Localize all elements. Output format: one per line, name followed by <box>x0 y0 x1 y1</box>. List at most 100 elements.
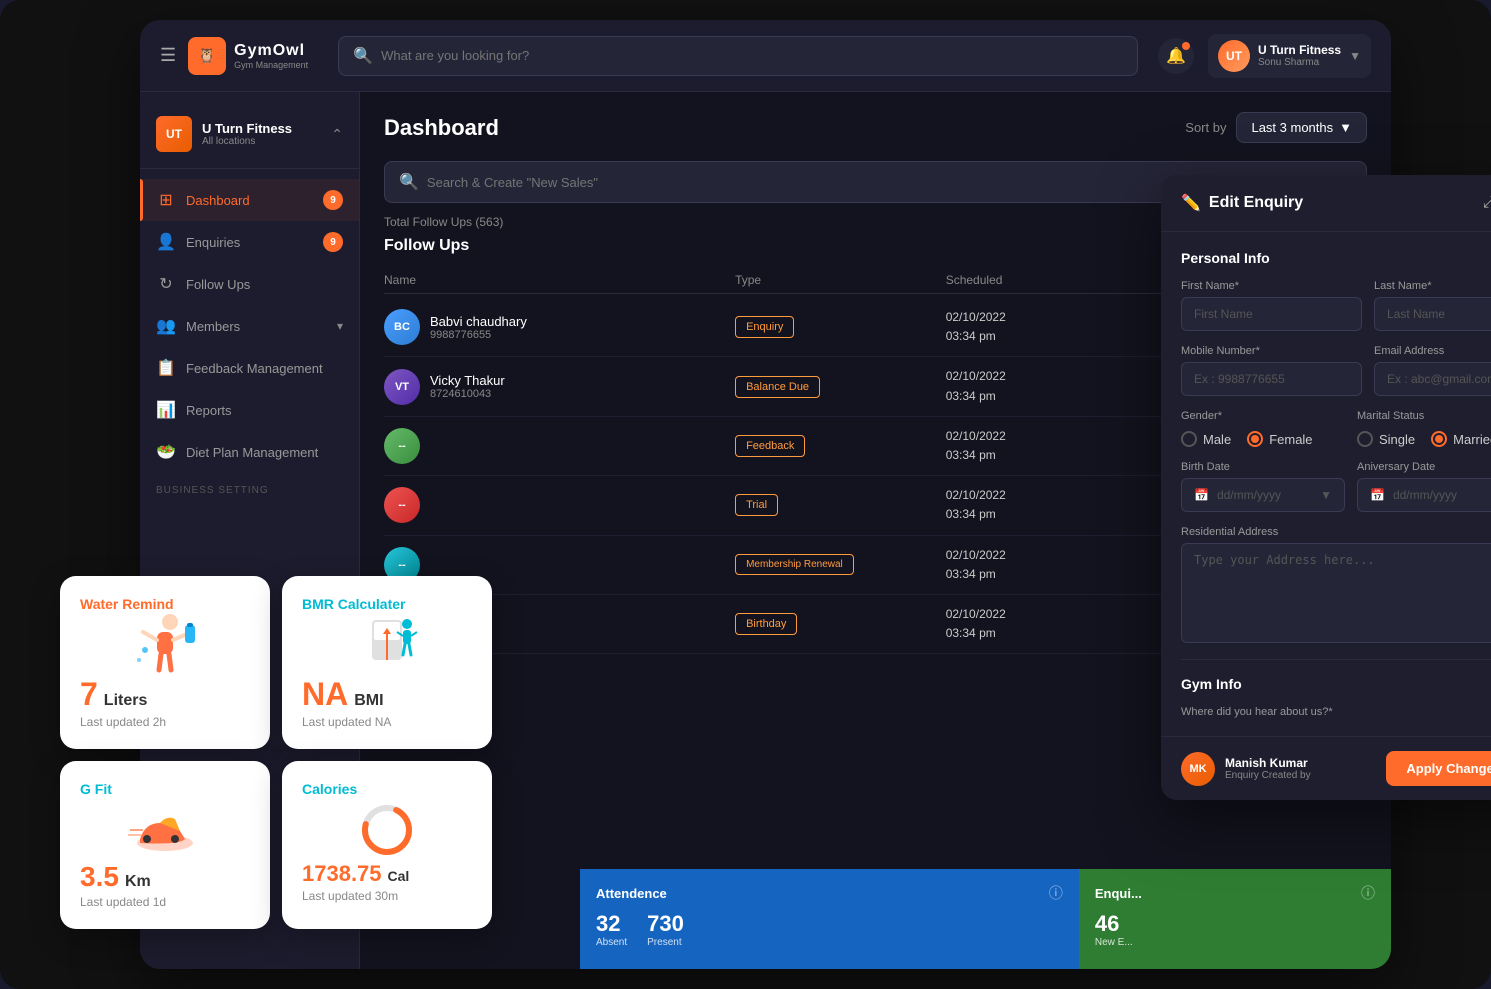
gym-avatar: UT <box>156 116 192 152</box>
global-search[interactable]: 🔍 <box>338 36 1138 76</box>
anniversary-date-input[interactable]: 📅 dd/mm/yyyy ▼ <box>1357 478 1491 512</box>
bmr-illustration <box>302 612 472 672</box>
notification-dot <box>1182 42 1190 50</box>
reports-icon: 📊 <box>156 400 176 420</box>
scheduled-cell: 02/10/202203:34 pm <box>946 367 1192 405</box>
scheduled-cell: 02/10/202203:34 pm <box>946 308 1192 346</box>
water-value-row: 7 Liters <box>80 676 250 713</box>
marital-single-radio[interactable] <box>1357 431 1373 447</box>
sort-button[interactable]: Last 3 months ▼ <box>1236 112 1367 143</box>
scheduled-cell: 02/10/202203:34 pm <box>946 546 1192 584</box>
type-badge: Birthday <box>735 613 797 635</box>
sidebar-item-dietplan[interactable]: 🥗 Diet Plan Management <box>140 431 359 473</box>
widget-gfit[interactable]: G Fit 3.5 Km Last updated 1d <box>60 761 270 929</box>
stat-num-item: 730 Present <box>647 911 684 948</box>
logo-text: GymOwl Gym Management <box>234 42 308 70</box>
gym-chevron-icon: ⌃ <box>331 126 343 143</box>
widget-cards-container: Water Remind <box>60 576 492 929</box>
gender-female-label: Female <box>1269 432 1312 447</box>
logo-sub-text: Gym Management <box>234 60 308 70</box>
edit-panel-header: ✏️ Edit Enquiry ⤢ ✕ <box>1161 175 1491 232</box>
sidebar-label-reports: Reports <box>186 403 232 418</box>
address-textarea[interactable] <box>1181 543 1491 643</box>
bmr-unit: BMI <box>354 692 383 710</box>
member-cell: -- <box>384 487 735 523</box>
stat-card-header: Attendence ⓘ <box>596 883 1063 903</box>
avatar: -- <box>384 487 420 523</box>
sidebar-label-dashboard: Dashboard <box>186 193 250 208</box>
sidebar-item-followups[interactable]: ↻ Follow Ups <box>140 263 359 305</box>
sidebar-item-members[interactable]: 👥 Members ▾ <box>140 305 359 347</box>
mobile-input[interactable] <box>1181 362 1362 396</box>
global-search-input[interactable] <box>381 48 1123 63</box>
gender-male-radio[interactable] <box>1181 431 1197 447</box>
gym-sub: All locations <box>202 136 321 147</box>
birth-date-input[interactable]: 📅 dd/mm/yyyy ▼ <box>1181 478 1345 512</box>
gym-source-label: Where did you hear about us?* <box>1181 706 1491 718</box>
sidebar-item-dashboard[interactable]: ⊞ Dashboard 9 <box>140 179 359 221</box>
dashboard-icon: ⊞ <box>156 190 176 210</box>
dashboard-badge: 9 <box>323 190 343 210</box>
stat-label-absent: Absent <box>596 937 627 948</box>
profile-name: U Turn Fitness <box>1258 43 1341 57</box>
calories-illustration <box>302 797 472 857</box>
widget-calories[interactable]: Calories 1738.75 Cal Last updated 30m <box>282 761 492 929</box>
sidebar-label-enquiries: Enquiries <box>186 235 240 250</box>
profile-button[interactable]: UT U Turn Fitness Sonu Sharma ▼ <box>1208 34 1371 78</box>
stat-card-enquiry: Enqui... ⓘ 46 New E... <box>1079 869 1391 969</box>
gender-female[interactable]: Female <box>1247 431 1312 447</box>
business-setting-label: Business Setting <box>140 473 359 500</box>
last-name-group: Last Name* <box>1374 280 1491 331</box>
scheduled-cell: 02/10/202203:34 pm <box>946 486 1192 524</box>
sidebar-item-enquiries[interactable]: 👤 Enquiries 9 <box>140 221 359 263</box>
footer-user-name: Manish Kumar <box>1225 756 1311 770</box>
gfit-value-row: 3.5 Km <box>80 861 250 893</box>
expand-button[interactable]: ⤢ <box>1483 193 1491 213</box>
stat-label-new: New E... <box>1095 937 1133 948</box>
profile-sub: Sonu Sharma <box>1258 57 1341 68</box>
sidebar-item-reports[interactable]: 📊 Reports <box>140 389 359 431</box>
last-name-input[interactable] <box>1374 297 1491 331</box>
gender-male[interactable]: Male <box>1181 431 1231 447</box>
type-badge: Membership Renewal <box>735 554 854 575</box>
marital-label: Marital Status <box>1357 410 1491 422</box>
stat-num-absent: 32 <box>596 911 627 937</box>
gym-profile[interactable]: UT U Turn Fitness All locations ⌃ <box>140 108 359 169</box>
type-badge: Enquiry <box>735 316 794 338</box>
type-cell: Balance Due <box>735 376 946 398</box>
hamburger-icon[interactable]: ☰ <box>160 45 176 66</box>
marital-married-radio[interactable] <box>1431 431 1447 447</box>
edit-panel-actions: ⤢ ✕ <box>1483 193 1491 213</box>
first-name-input[interactable] <box>1181 297 1362 331</box>
logo-main-text: GymOwl <box>234 42 308 60</box>
dashboard-title: Dashboard <box>384 115 499 141</box>
water-sub: Last updated 2h <box>80 715 250 729</box>
stat-card-attendance: Attendence ⓘ 32 Absent 730 Present <box>580 869 1079 969</box>
widget-bmr[interactable]: BMR Calculater <box>282 576 492 749</box>
member-phone: 8724610043 <box>430 388 505 400</box>
gender-female-radio[interactable] <box>1247 431 1263 447</box>
member-cell: -- <box>384 428 735 464</box>
edit-enquiry-panel: ✏️ Edit Enquiry ⤢ ✕ Personal Info First … <box>1161 175 1491 800</box>
enquiries-icon: 👤 <box>156 232 176 252</box>
stat-num-item: 46 New E... <box>1095 911 1133 948</box>
email-group: Email Address <box>1374 345 1491 396</box>
search-icon: 🔍 <box>353 46 373 66</box>
email-input[interactable] <box>1374 362 1491 396</box>
sort-value: Last 3 months <box>1251 120 1333 135</box>
marital-single[interactable]: Single <box>1357 431 1415 447</box>
sidebar-item-feedback[interactable]: 📋 Feedback Management <box>140 347 359 389</box>
notifications-button[interactable]: 🔔 <box>1158 38 1194 74</box>
birth-date-label: Birth Date <box>1181 461 1345 473</box>
widget-water-remind[interactable]: Water Remind <box>60 576 270 749</box>
marital-married[interactable]: Married <box>1431 431 1491 447</box>
stat-nums: 32 Absent 730 Present <box>596 911 1063 948</box>
footer-user-info: Manish Kumar Enquiry Created by <box>1225 756 1311 781</box>
col-header-name: Name <box>384 273 735 287</box>
bmr-svg <box>347 610 427 675</box>
members-icon: 👥 <box>156 316 176 336</box>
calories-value-row: 1738.75 Cal <box>302 861 472 887</box>
gfit-sub: Last updated 1d <box>80 895 250 909</box>
apply-changes-button[interactable]: Apply Changes <box>1386 751 1491 786</box>
member-cell: BC Babvi chaudhary 9988776655 <box>384 309 735 345</box>
